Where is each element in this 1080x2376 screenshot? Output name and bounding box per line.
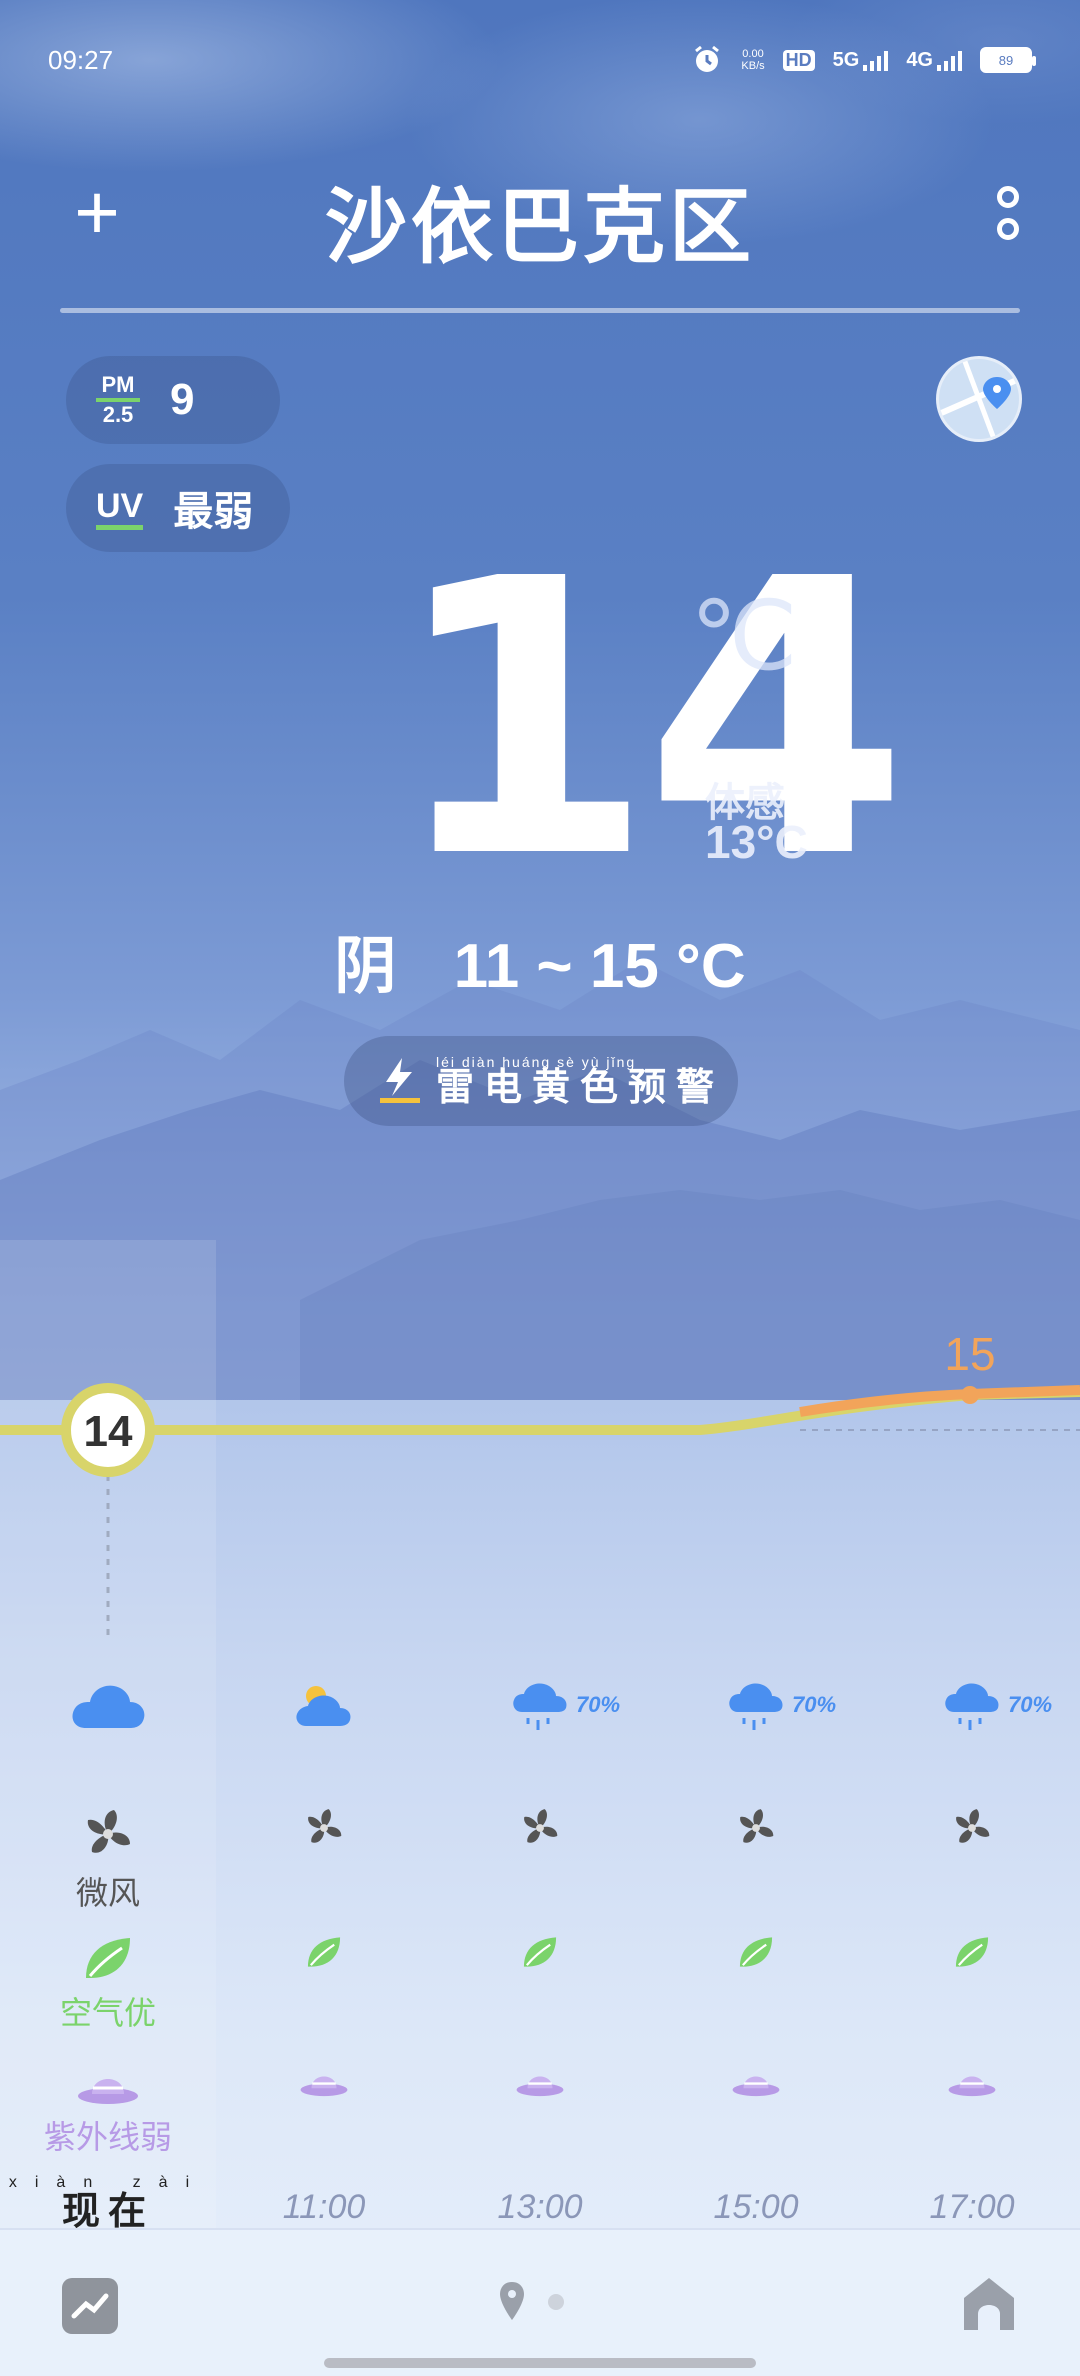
map-pin-icon	[939, 359, 1019, 439]
hourly-cell	[216, 1806, 432, 1850]
sun-hat-icon	[732, 2076, 780, 2097]
air-quality-label: 空气优	[59, 1995, 156, 2031]
rain-icon	[945, 1683, 999, 1730]
leaf-icon	[86, 1938, 130, 1978]
hourly-cell	[648, 1934, 864, 1970]
feels-like-value: 13°C	[705, 816, 808, 868]
dot-icon	[997, 218, 1019, 240]
header-divider	[60, 308, 1020, 313]
hourly-weather-row: 70% 70% 70%	[0, 1680, 1080, 1800]
hourly-cell	[864, 1934, 1080, 1970]
dot-icon	[997, 186, 1019, 208]
hourly-cell	[432, 1934, 648, 1970]
hourly-cell	[864, 2066, 1080, 2098]
fan-icon	[87, 1810, 130, 1853]
rain-icon	[729, 1683, 783, 1730]
page-indicator	[498, 2280, 578, 2329]
gesture-bar[interactable]	[324, 2358, 756, 2368]
leaf-icon	[523, 1937, 557, 1967]
hourly-cell: 微风	[0, 1806, 216, 1914]
hourly-cell	[432, 1806, 648, 1850]
hour-label: 13:00	[497, 2188, 583, 2226]
trend-chart-icon	[71, 2293, 109, 2319]
hourly-cell	[216, 1680, 432, 1730]
city-title: 沙依巴克区	[324, 182, 755, 273]
signal-sim2: 4G	[906, 49, 962, 72]
uv-value: 最弱	[173, 490, 254, 534]
hourly-cell	[648, 1806, 864, 1850]
hourly-cell	[216, 1934, 432, 1970]
temperature-unit: ℃	[690, 583, 798, 690]
rain-probability: 70%	[792, 1692, 837, 1717]
signal-sim1: 5G	[833, 49, 889, 72]
alarm-icon	[695, 45, 720, 72]
signal-bars-icon	[937, 49, 962, 71]
location-pin-icon	[500, 2282, 564, 2320]
pm25-value: 9	[170, 375, 195, 424]
weather-alert-badge[interactable]: léi diàn huáng sè yù jǐng 雷电黄色预警	[344, 1036, 738, 1126]
signal-bars-icon	[863, 49, 889, 71]
fan-icon	[308, 1809, 342, 1843]
pm25-badge[interactable]: PM 2.5 9	[66, 356, 280, 444]
sun-hat-icon	[78, 2079, 138, 2104]
pm25-label: PM 2.5	[96, 374, 140, 426]
hourly-cell	[216, 2066, 432, 2098]
alert-text: 雷电黄色预警	[436, 1067, 725, 1109]
current-temperature: 14	[390, 498, 909, 941]
hour-label: 11:00	[282, 2188, 366, 2226]
home-icon	[964, 2278, 1014, 2330]
sun-hat-icon	[516, 2076, 564, 2097]
header: + 沙依巴克区	[0, 150, 1080, 280]
peak-temp-label: 15	[944, 1328, 995, 1380]
hourly-uv-row: 紫外线弱	[0, 2066, 1080, 2186]
rain-probability: 70%	[1008, 1692, 1053, 1717]
leaf-icon	[307, 1937, 341, 1967]
uv-badge[interactable]: UV 最弱	[66, 464, 290, 552]
sun-hat-icon	[300, 2076, 348, 2097]
hourly-temperature-graph: 14 15	[0, 1328, 1080, 1640]
hour-label: 15:00	[713, 2188, 799, 2226]
hourly-cell	[648, 2066, 864, 2098]
battery-icon: 89	[980, 47, 1036, 73]
rain-probability: 70%	[576, 1692, 621, 1717]
trend-button[interactable]	[62, 2278, 118, 2334]
leaf-icon	[739, 1937, 773, 1967]
partly-cloudy-icon	[296, 1686, 351, 1726]
status-time: 09:27	[48, 44, 114, 75]
cloud-icon	[72, 1685, 145, 1728]
status-bar: 09:27 0.00 KB/s HD 5G 4G 89	[48, 40, 1036, 80]
fan-icon	[956, 1809, 990, 1843]
hourly-cell	[864, 1806, 1080, 1850]
map-button[interactable]	[936, 356, 1022, 442]
home-button[interactable]	[960, 2274, 1018, 2332]
uv-label: UV	[96, 487, 144, 530]
hourly-cell	[0, 1680, 216, 1730]
peak-point	[961, 1386, 979, 1404]
uv-row-label: 紫外线弱	[43, 2119, 172, 2155]
now-temp-label: 14	[84, 1407, 133, 1456]
sun-hat-icon	[948, 2076, 996, 2097]
fan-icon	[740, 1809, 774, 1843]
bottom-bar	[0, 2228, 1080, 2376]
now-label: xiàn zài 现在	[8, 2174, 208, 2233]
more-options-button[interactable]	[988, 186, 1028, 246]
wind-label: 微风	[75, 1875, 140, 1911]
hourly-air-row: 空气优	[0, 1934, 1080, 2054]
leaf-icon	[955, 1937, 989, 1967]
fan-icon	[524, 1809, 558, 1843]
lightning-icon	[380, 1058, 420, 1103]
temperature-range: 11 ~ 15 °C	[453, 932, 746, 1001]
hourly-cell	[432, 2066, 648, 2098]
network-speed: 0.00 KB/s	[741, 48, 765, 72]
hd-badge: HD	[782, 49, 815, 71]
hourly-cell: 紫外线弱	[0, 2066, 216, 2158]
condition-row: 阴 11 ~ 15 °C	[0, 915, 1080, 1005]
hour-label: 17:00	[929, 2188, 1015, 2226]
condition-text: 阴	[334, 932, 397, 1001]
rain-icon	[513, 1683, 567, 1730]
hourly-wind-row: 微风	[0, 1806, 1080, 1926]
hourly-cell: 空气优	[0, 1934, 216, 2034]
